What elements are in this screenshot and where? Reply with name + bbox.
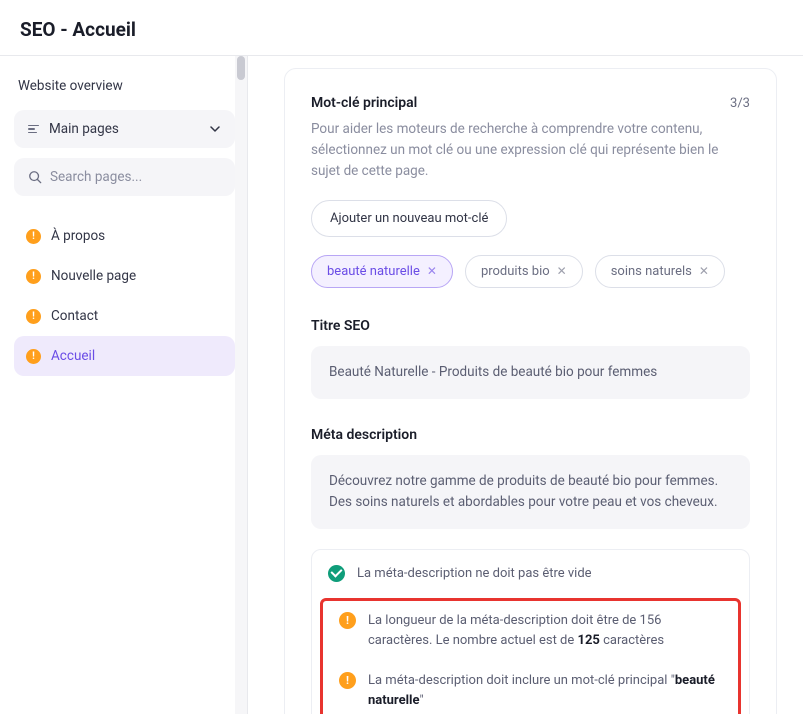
validation-text: La longueur de la méta-description doit …	[368, 611, 722, 651]
add-keyword-button[interactable]: Ajouter un nouveau mot-clé	[311, 200, 507, 237]
seo-card: Mot-clé principal 3/3 Pour aider les mot…	[284, 68, 777, 714]
warning-icon	[26, 349, 41, 364]
seo-title-label: Titre SEO	[311, 318, 750, 334]
keyword-chip-soins-naturels[interactable]: soins naturels ✕	[595, 255, 725, 288]
meta-description-field[interactable]: Découvrez notre gamme de produits de bea…	[311, 455, 750, 529]
sidebar-item-label: À propos	[51, 228, 105, 244]
sidebar-item-accueil[interactable]: Accueil	[14, 336, 235, 376]
search-icon	[28, 170, 42, 184]
close-icon[interactable]: ✕	[427, 264, 437, 278]
sidebar-item-label: Contact	[51, 308, 98, 324]
validation-list: La méta-description ne doit pas être vid…	[311, 549, 750, 714]
warning-icon	[26, 309, 41, 324]
highlighted-warnings: La longueur de la méta-description doit …	[320, 598, 741, 714]
sidebar: Website overview Main pages À propos Nou…	[0, 56, 248, 714]
sidebar-item-contact[interactable]: Contact	[14, 296, 235, 336]
search-pages-box[interactable]	[14, 158, 235, 196]
validation-row-length: La longueur de la méta-description doit …	[323, 601, 738, 661]
close-icon[interactable]: ✕	[699, 264, 709, 278]
scrollbar-thumb[interactable]	[237, 56, 245, 80]
meta-description-label: Méta description	[311, 427, 750, 443]
warning-icon	[339, 672, 356, 689]
page-header: SEO - Accueil	[0, 0, 803, 56]
check-ok-icon	[328, 565, 345, 582]
page-title: SEO - Accueil	[20, 18, 783, 41]
website-overview-link[interactable]: Website overview	[14, 74, 235, 110]
sidebar-item-a-propos[interactable]: À propos	[14, 216, 235, 256]
sidebar-item-nouvelle-page[interactable]: Nouvelle page	[14, 256, 235, 296]
warning-icon	[26, 229, 41, 244]
sidebar-item-label: Accueil	[51, 348, 95, 364]
keyword-description: Pour aider les moteurs de recherche à co…	[311, 119, 750, 182]
warning-icon	[26, 269, 41, 284]
keyword-chip-produits-bio[interactable]: produits bio ✕	[465, 255, 583, 288]
validation-row-keyword: La méta-description doit inclure un mot-…	[323, 661, 738, 714]
keyword-chip-row: beauté naturelle ✕ produits bio ✕ soins …	[311, 255, 750, 288]
chevron-down-icon	[209, 123, 221, 135]
keyword-chip-beaute-naturelle[interactable]: beauté naturelle ✕	[311, 255, 453, 288]
keyword-counter: 3/3	[730, 96, 750, 111]
keyword-section-title: Mot-clé principal	[311, 95, 417, 111]
chip-label: beauté naturelle	[327, 264, 420, 279]
search-input[interactable]	[50, 169, 227, 185]
validation-row-ok: La méta-description ne doit pas être vid…	[312, 554, 749, 594]
validation-text: La méta-description doit inclure un mot-…	[368, 671, 722, 711]
main-pages-dropdown[interactable]: Main pages	[14, 110, 235, 148]
chip-label: produits bio	[481, 264, 550, 279]
sidebar-item-label: Nouvelle page	[51, 268, 136, 284]
sidebar-scrollbar[interactable]	[235, 56, 247, 714]
dropdown-label: Main pages	[49, 121, 119, 137]
validation-text: La méta-description ne doit pas être vid…	[357, 564, 592, 584]
main-content: Mot-clé principal 3/3 Pour aider les mot…	[248, 56, 803, 714]
seo-title-field[interactable]: Beauté Naturelle - Produits de beauté bi…	[311, 346, 750, 399]
chip-label: soins naturels	[611, 264, 692, 279]
close-icon[interactable]: ✕	[557, 264, 567, 278]
warning-icon	[339, 612, 356, 629]
page-list: À propos Nouvelle page Contact Accueil	[14, 216, 235, 376]
list-icon	[28, 125, 39, 134]
